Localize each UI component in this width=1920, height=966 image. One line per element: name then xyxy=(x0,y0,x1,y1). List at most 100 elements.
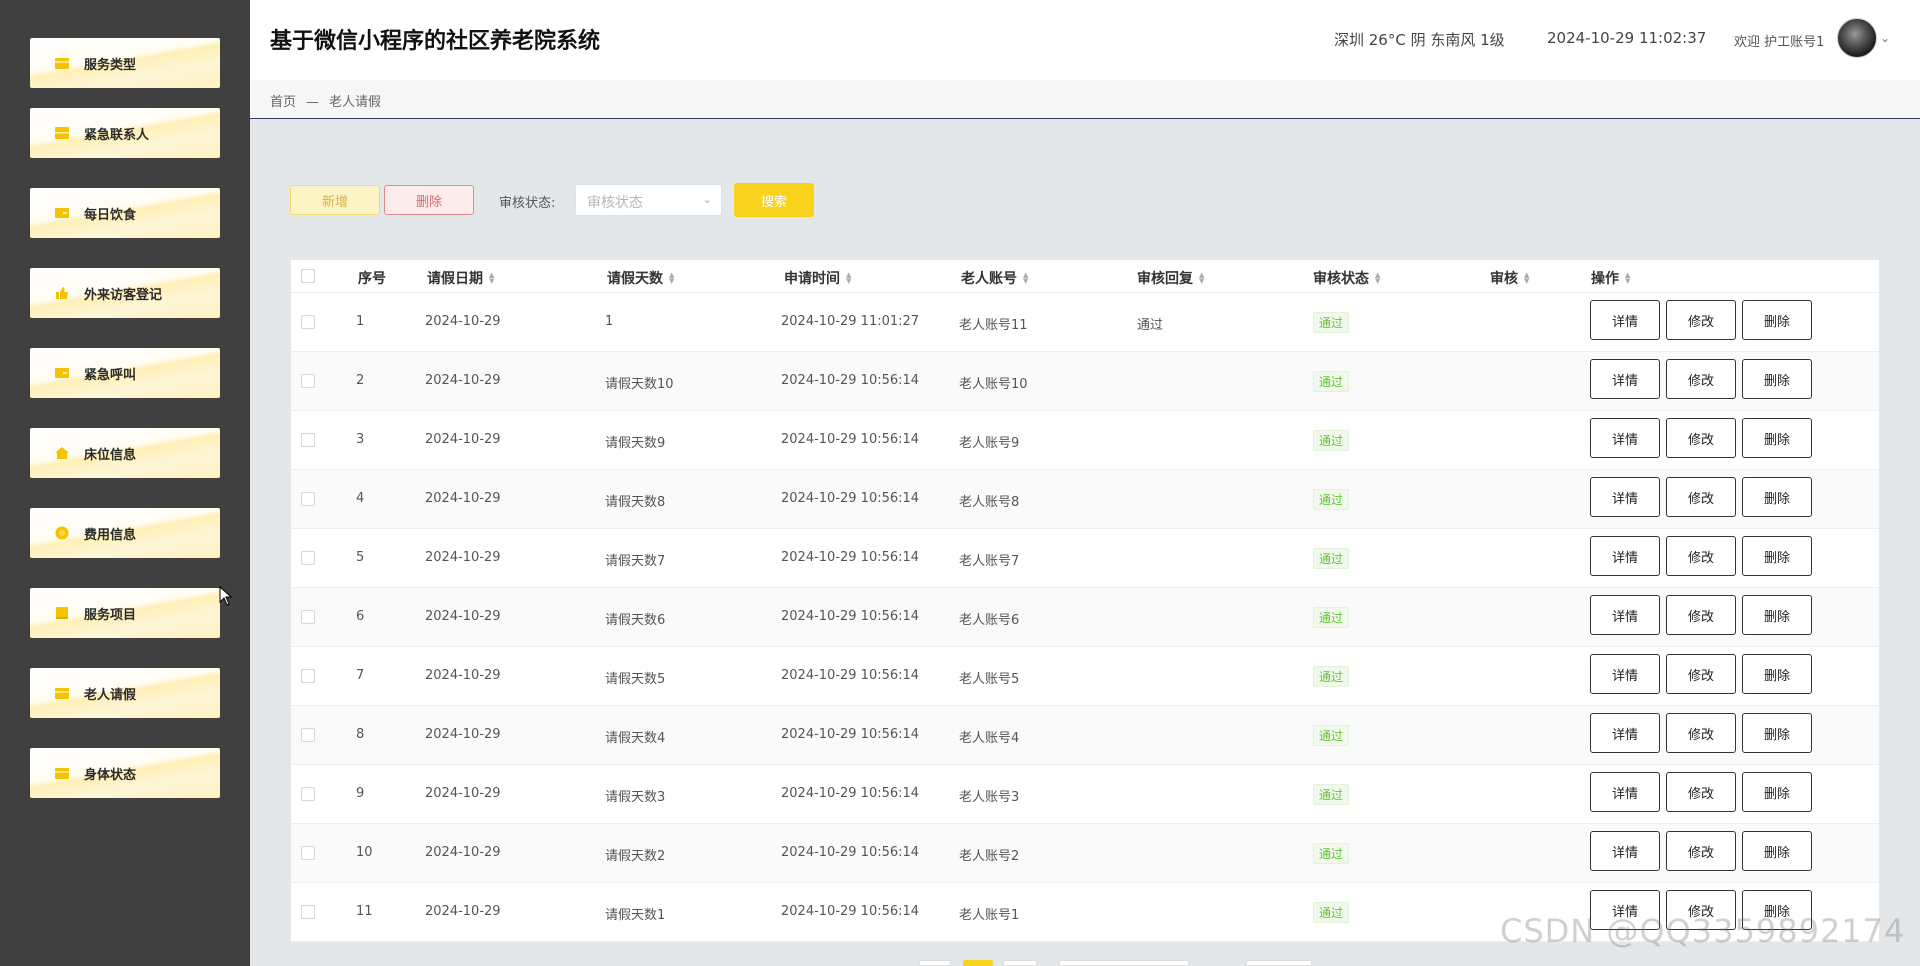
edit-button[interactable]: 修改 xyxy=(1666,477,1736,517)
avatar[interactable] xyxy=(1837,18,1877,58)
cell-leave-days: 1 xyxy=(605,314,614,329)
add-button[interactable]: 新增 xyxy=(290,185,380,215)
edit-button[interactable]: 修改 xyxy=(1666,654,1736,694)
delete-button[interactable]: 删除 xyxy=(1742,300,1812,340)
sort-icon[interactable]: ▲ ▼ xyxy=(846,272,851,285)
delete-button[interactable]: 删除 xyxy=(1742,713,1812,753)
row-checkbox[interactable] xyxy=(301,669,315,683)
row-checkbox[interactable] xyxy=(301,315,315,329)
row-checkbox[interactable] xyxy=(301,905,315,919)
pagination-prev[interactable] xyxy=(919,960,951,966)
cell-leave-days: 请假天数5 xyxy=(605,672,666,687)
column-header-3[interactable]: 请假天数 ▲ ▼ xyxy=(607,268,674,288)
column-header-1[interactable]: 序号 xyxy=(358,268,386,288)
home-icon xyxy=(54,446,70,460)
sidebar-item-4[interactable]: 外来访客登记 xyxy=(30,268,220,318)
sidebar-item-3[interactable]: 每日饮食 xyxy=(30,188,220,238)
delete-button[interactable]: 删除 xyxy=(1742,654,1812,694)
pagination-current-page[interactable] xyxy=(963,960,993,966)
edit-button[interactable]: 修改 xyxy=(1666,300,1736,340)
detail-button[interactable]: 详情 xyxy=(1590,654,1660,694)
cell-elder-account: 老人账号8 xyxy=(959,495,1020,510)
data-table: 序号 请假日期 ▲ ▼ 请假天数 ▲ ▼ 申请时间 ▲ ▼ 老人账号 ▲ ▼ 审核回复 ▲ ▼ 审核状态 ▲ ▼ 审核… xyxy=(290,259,1880,943)
edit-button[interactable]: 修改 xyxy=(1666,418,1736,458)
edit-button[interactable]: 修改 xyxy=(1666,713,1736,753)
cell-elder-account: 老人账号6 xyxy=(959,613,1020,628)
sort-icon[interactable]: ▲ ▼ xyxy=(1524,272,1529,285)
column-header-label: 请假天数 xyxy=(607,271,663,287)
column-header-6[interactable]: 审核回复 ▲ ▼ xyxy=(1137,268,1204,288)
row-checkbox[interactable] xyxy=(301,787,315,801)
delete-button[interactable]: 删除 xyxy=(1742,477,1812,517)
pagination-size-select[interactable] xyxy=(1059,960,1189,966)
review-status-select[interactable]: 审核状态 ⌄ xyxy=(575,184,722,216)
sort-icon[interactable]: ▲ ▼ xyxy=(1625,272,1630,285)
table-row: 1 2024-10-29 1 2024-10-29 11:01:27 老人账号11 通过 通… xyxy=(291,293,1879,352)
row-checkbox[interactable] xyxy=(301,492,315,506)
batch-delete-button[interactable]: 删除 xyxy=(384,185,474,215)
row-checkbox[interactable] xyxy=(301,846,315,860)
cell-apply-time: 2024-10-29 10:56:14 xyxy=(781,432,920,447)
row-checkbox[interactable] xyxy=(301,551,315,565)
delete-button[interactable]: 删除 xyxy=(1742,595,1812,635)
sidebar-item-1[interactable]: 服务类型 xyxy=(30,38,220,88)
select-placeholder: 审核状态 xyxy=(587,195,643,211)
column-header-7[interactable]: 审核状态 ▲ ▼ xyxy=(1313,268,1380,288)
row-checkbox[interactable] xyxy=(301,610,315,624)
detail-button[interactable]: 详情 xyxy=(1590,595,1660,635)
edit-button[interactable]: 修改 xyxy=(1666,595,1736,635)
delete-button[interactable]: 删除 xyxy=(1742,536,1812,576)
sidebar-item-8[interactable]: 服务项目 xyxy=(30,588,220,638)
edit-button[interactable]: 修改 xyxy=(1666,831,1736,871)
table-row: 9 2024-10-29 请假天数3 2024-10-29 10:56:14 老人账号3… xyxy=(291,765,1879,824)
delete-button[interactable]: 删除 xyxy=(1742,831,1812,871)
coin-icon xyxy=(54,526,70,540)
detail-button[interactable]: 详情 xyxy=(1590,418,1660,458)
sort-icon[interactable]: ▲ ▼ xyxy=(1023,272,1028,285)
sort-icon[interactable]: ▲ ▼ xyxy=(669,272,674,285)
cell-apply-time: 2024-10-29 10:56:14 xyxy=(781,550,920,565)
sidebar-item-10[interactable]: 身体状态 xyxy=(30,748,220,798)
sidebar-item-6[interactable]: 床位信息 xyxy=(30,428,220,478)
delete-button[interactable]: 删除 xyxy=(1742,772,1812,812)
cell-no: 1 xyxy=(356,314,365,329)
column-header-2[interactable]: 请假日期 ▲ ▼ xyxy=(427,268,494,288)
detail-button[interactable]: 详情 xyxy=(1590,300,1660,340)
row-checkbox[interactable] xyxy=(301,374,315,388)
detail-button[interactable]: 详情 xyxy=(1590,772,1660,812)
edit-button[interactable]: 修改 xyxy=(1666,536,1736,576)
cell-review-reply: 通过 xyxy=(1137,318,1164,333)
column-header-8[interactable]: 审核 ▲ ▼ xyxy=(1490,268,1529,288)
detail-button[interactable]: 详情 xyxy=(1590,359,1660,399)
sort-icon[interactable]: ▲ ▼ xyxy=(489,272,494,285)
search-button[interactable]: 搜索 xyxy=(734,183,814,217)
detail-button[interactable]: 详情 xyxy=(1590,477,1660,517)
column-header-5[interactable]: 老人账号 ▲ ▼ xyxy=(961,268,1028,288)
column-header-4[interactable]: 申请时间 ▲ ▼ xyxy=(784,268,851,288)
pagination-next[interactable] xyxy=(1003,960,1037,966)
select-all-checkbox[interactable] xyxy=(301,269,315,283)
sidebar-item-9[interactable]: 老人请假 xyxy=(30,668,220,718)
delete-button[interactable]: 删除 xyxy=(1742,418,1812,458)
delete-button[interactable]: 删除 xyxy=(1742,359,1812,399)
sort-icon[interactable]: ▲ ▼ xyxy=(1199,272,1204,285)
row-checkbox[interactable] xyxy=(301,433,315,447)
sidebar-item-5[interactable]: 紧急呼叫 xyxy=(30,348,220,398)
sidebar-item-7[interactable]: 费用信息 xyxy=(30,508,220,558)
list-icon xyxy=(54,126,70,140)
detail-button[interactable]: 详情 xyxy=(1590,536,1660,576)
sort-icon[interactable]: ▲ ▼ xyxy=(1375,272,1380,285)
breadcrumb-home[interactable]: 首页 xyxy=(270,95,296,110)
detail-button[interactable]: 详情 xyxy=(1590,713,1660,753)
column-header-9[interactable]: 操作 ▲ ▼ xyxy=(1591,268,1630,288)
detail-button[interactable]: 详情 xyxy=(1590,831,1660,871)
card-icon xyxy=(54,206,70,220)
row-checkbox[interactable] xyxy=(301,728,315,742)
sidebar-item-2[interactable]: 紧急联系人 xyxy=(30,108,220,158)
table-row: 10 2024-10-29 请假天数2 2024-10-29 10:56:14 老人账号… xyxy=(291,824,1879,883)
edit-button[interactable]: 修改 xyxy=(1666,359,1736,399)
pagination-jumper[interactable] xyxy=(1246,960,1312,966)
chevron-down-icon[interactable]: ⌄ xyxy=(1880,31,1890,45)
edit-button[interactable]: 修改 xyxy=(1666,772,1736,812)
sidebar-item-label: 外来访客登记 xyxy=(84,287,163,303)
